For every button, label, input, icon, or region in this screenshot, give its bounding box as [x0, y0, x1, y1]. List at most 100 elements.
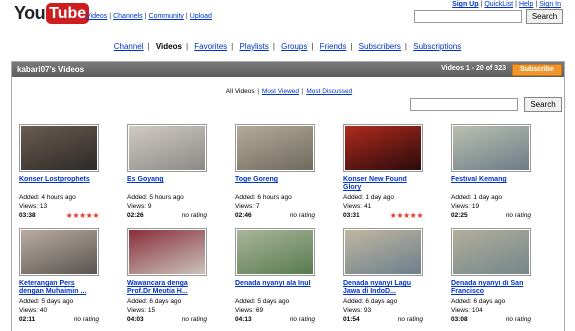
video-duration-rating: 03:38 ★★★★★	[19, 211, 100, 220]
header-search-input[interactable]	[414, 10, 522, 23]
tab-channel[interactable]: Channel	[114, 42, 144, 51]
rating-stars-icon: ★★★★★	[65, 211, 100, 220]
video-views: Views: 19	[451, 203, 480, 210]
video-rating: no rating	[181, 212, 207, 219]
video-thumbnail-image	[345, 230, 421, 274]
video-duration-rating: 02:46 no rating	[235, 211, 315, 220]
tab-videos[interactable]: Videos	[156, 42, 182, 51]
video-title-link[interactable]: Konser New Found Glory	[343, 176, 423, 193]
videos-panel: kabari07's Videos Videos 1 - 20 of 323 S…	[11, 61, 565, 331]
video-thumbnail-image	[237, 230, 313, 274]
subscribe-button[interactable]: Subscribe	[512, 64, 562, 76]
top-link-channels[interactable]: Channels	[113, 13, 143, 20]
video-thumbnail[interactable]	[451, 228, 531, 276]
video-duration-rating: 02:25 no rating	[451, 211, 531, 220]
video-thumbnail[interactable]	[127, 124, 207, 172]
tab-playlists[interactable]: Playlists	[239, 42, 268, 51]
video-card: Festival Kemang Added: 1 day ago Views: 19…	[451, 124, 531, 220]
signin-link[interactable]: Sign In	[539, 1, 561, 8]
video-title-link[interactable]: Toge Goreng	[235, 176, 315, 193]
separator: |	[300, 88, 306, 95]
account-links: Sign Up | QuickList | Help | Sign In	[452, 1, 561, 8]
video-title-link[interactable]: Festival Kemang	[451, 176, 531, 193]
video-card: Konser Lostprophets Added: 4 hours ago Vie…	[19, 124, 100, 220]
video-thumbnail[interactable]	[343, 228, 423, 276]
video-duration-rating: 02:26 no rating	[127, 211, 207, 220]
filter-all-videos[interactable]: All Videos	[226, 88, 255, 95]
top-link-community[interactable]: Community	[149, 13, 184, 20]
top-nav: Videos | Channels | Community | Upload	[86, 13, 212, 20]
video-card: Denada nyanyi Lagu Jawa di IndoD... Added…	[343, 228, 423, 324]
video-title-link[interactable]: Konser Lostprophets	[19, 176, 99, 193]
top-link-upload[interactable]: Upload	[190, 13, 212, 20]
channel-search-input[interactable]	[410, 98, 518, 111]
video-title-link[interactable]: Keterangan Pers dengan Muhaimin ...	[19, 280, 99, 297]
video-thumbnail[interactable]	[343, 124, 423, 172]
video-thumbnail[interactable]	[235, 124, 315, 172]
video-filters: All Videos | Most Viewed | Most Discusse…	[12, 88, 566, 95]
video-rating: no rating	[73, 316, 99, 323]
video-card: Keterangan Pers dengan Muhaimin ... Added…	[19, 228, 99, 324]
video-title-link[interactable]: Denada nyanyi Lagu Jawa di IndoD...	[343, 280, 423, 297]
separator: |	[350, 42, 353, 51]
video-duration: 03:38	[19, 212, 36, 219]
video-card: Konser New Found Glory Added: 1 day ago Vi…	[343, 124, 424, 220]
video-title-link[interactable]: Denada nyanyi ala Inul	[235, 280, 315, 297]
video-thumbnail[interactable]	[19, 124, 99, 172]
channel-search-button[interactable]: Search	[524, 97, 562, 112]
channel-nav: Channel | Videos | Favorites | Playlists | G…	[0, 42, 575, 51]
video-duration-rating: 01:54 no rating	[343, 315, 423, 324]
video-thumbnail[interactable]	[451, 124, 531, 172]
video-card: Toge Goreng Added: 6 hours ago Views: 7 02:…	[235, 124, 315, 220]
video-thumbnail-image	[237, 126, 313, 170]
logo-tube-text: Tube	[46, 2, 90, 24]
video-thumbnail[interactable]	[235, 228, 315, 276]
video-added: Added: 6 days ago	[451, 298, 506, 305]
video-thumbnail-image	[453, 126, 529, 170]
video-title-link[interactable]: Wawancara denga Prof.Dr Meutia H...	[127, 280, 207, 297]
video-thumbnail-image	[129, 230, 205, 274]
filter-most-viewed[interactable]: Most Viewed	[262, 88, 299, 95]
video-duration: 03:31	[343, 212, 360, 219]
video-duration: 04:13	[235, 316, 252, 323]
tab-friends[interactable]: Friends	[320, 42, 347, 51]
separator: |	[144, 13, 147, 20]
quicklist-link[interactable]: QuickList	[484, 1, 513, 8]
video-thumbnail[interactable]	[127, 228, 207, 276]
video-views: Views: 13	[19, 203, 48, 210]
video-card: Denada nyanyi ala Inul Added: 5 days ago V…	[235, 228, 315, 324]
video-duration-rating: 03:31 ★★★★★	[343, 211, 424, 220]
video-title-link[interactable]: Denada nyanyi di San Francisco	[451, 280, 531, 297]
separator: |	[272, 42, 275, 51]
video-duration: 02:25	[451, 212, 468, 219]
tab-subscribers[interactable]: Subscribers	[359, 42, 401, 51]
tab-favorites[interactable]: Favorites	[194, 42, 227, 51]
separator: |	[515, 1, 517, 8]
video-duration: 03:08	[451, 316, 468, 323]
tab-groups[interactable]: Groups	[281, 42, 307, 51]
video-thumbnail[interactable]	[19, 228, 99, 276]
tab-subscriptions[interactable]: Subscriptions	[413, 42, 461, 51]
video-duration: 01:54	[343, 316, 360, 323]
video-duration-rating: 03:08 no rating	[451, 315, 531, 324]
video-duration: 04:03	[127, 316, 144, 323]
video-added: Added: 6 hours ago	[235, 194, 292, 201]
video-thumbnail-image	[453, 230, 529, 274]
help-link[interactable]: Help	[519, 1, 533, 8]
filter-most-discussed[interactable]: Most Discussed	[306, 88, 352, 95]
youtube-logo[interactable]: You Tube	[14, 1, 90, 25]
signup-link[interactable]: Sign Up	[452, 1, 478, 8]
video-added: Added: 5 hours ago	[127, 194, 184, 201]
video-duration-rating: 02:11 no rating	[19, 315, 99, 324]
video-title-link[interactable]: Es Goyang	[127, 176, 207, 193]
separator: |	[311, 42, 314, 51]
separator: |	[255, 88, 261, 95]
video-rating: no rating	[397, 316, 423, 323]
top-link-videos[interactable]: Videos	[86, 13, 107, 20]
rating-stars-icon: ★★★★★	[389, 211, 424, 220]
videos-panel-header: kabari07's Videos Videos 1 - 20 of 323 S…	[12, 62, 564, 77]
separator: |	[480, 1, 483, 8]
header-search-button[interactable]: Search	[526, 9, 563, 24]
separator: |	[109, 13, 112, 20]
video-added: Added: 6 days ago	[127, 298, 182, 305]
